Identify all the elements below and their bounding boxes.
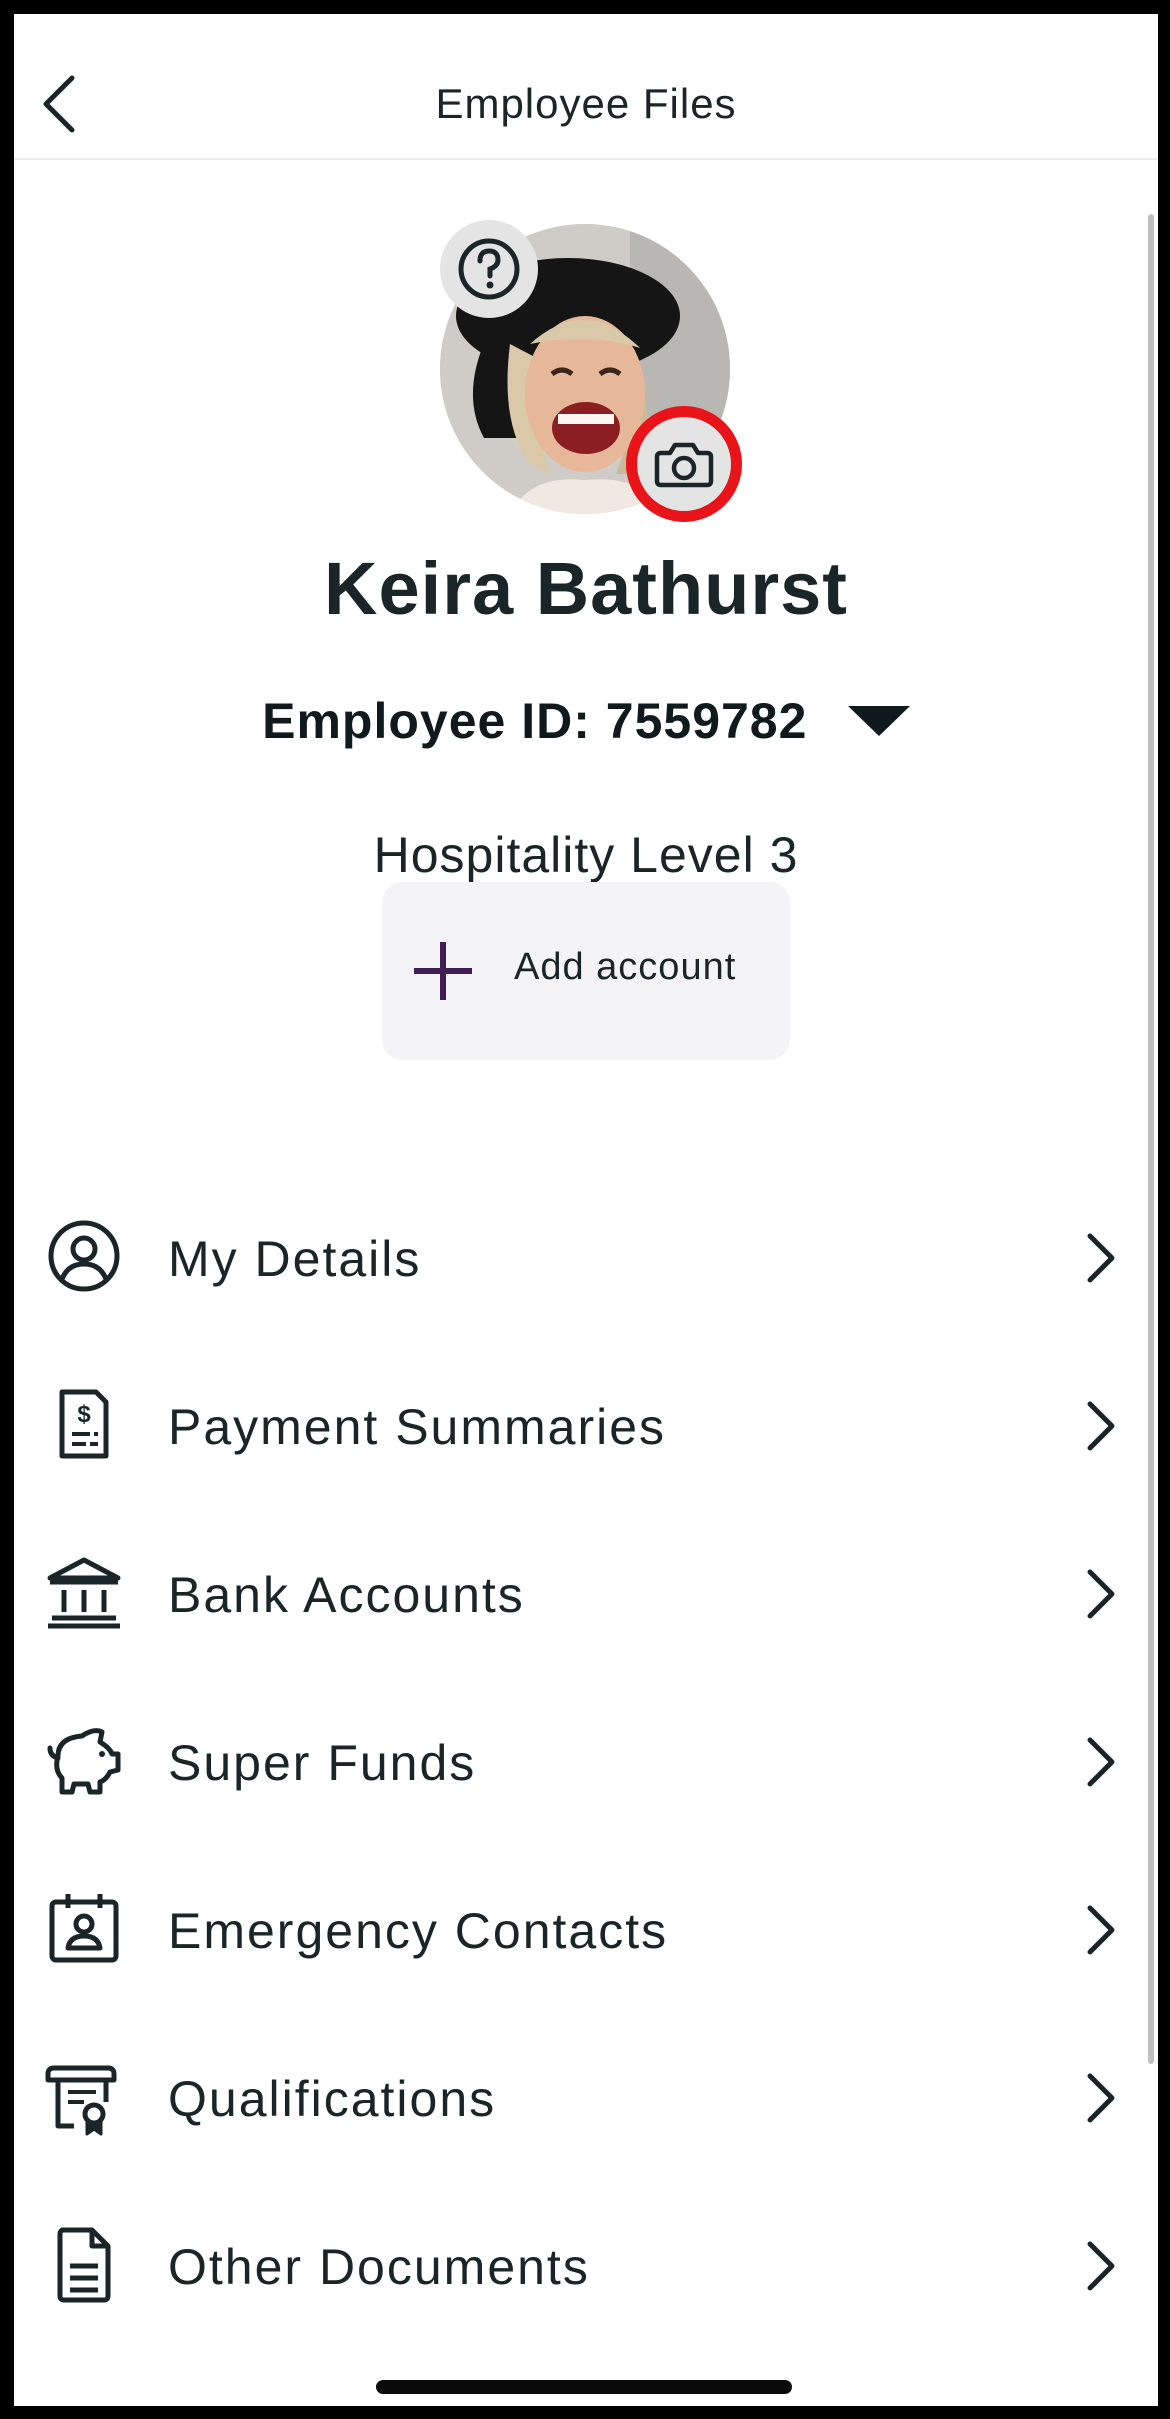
chevron-right-icon [1087, 1401, 1115, 1451]
employee-level: Hospitality Level 3 [373, 827, 799, 883]
menu-item-label: Super Funds [168, 1735, 477, 1791]
chevron-right-icon [1087, 1737, 1115, 1787]
contact-card-icon [49, 1894, 119, 1963]
add-account-button[interactable]: Add account [382, 882, 790, 1060]
caret-down-icon[interactable] [847, 704, 910, 738]
certificate-icon [45, 2065, 117, 2136]
bank-icon [47, 1557, 121, 1629]
menu-item-other-documents[interactable]: Other Documents [14, 2180, 1158, 2348]
menu-item-label: Emergency Contacts [168, 1903, 669, 1959]
change-photo-button[interactable] [626, 406, 742, 522]
document-icon [57, 2227, 111, 2303]
menu-item-super-funds[interactable]: Super Funds [14, 1676, 1158, 1844]
page-title: Employee Files [435, 80, 737, 127]
chevron-right-icon [1087, 2241, 1115, 2291]
piggy-bank-icon [47, 1728, 121, 1795]
menu-item-emergency-contacts[interactable]: Emergency Contacts [14, 1844, 1158, 2012]
nav-header: Employee Files [14, 14, 1158, 160]
employee-id-selector[interactable]: Employee ID: 7559782 [14, 692, 1158, 762]
menu-item-my-details[interactable]: My Details [14, 1172, 1158, 1340]
add-account-label: Add account [514, 946, 737, 988]
plus-icon [414, 942, 472, 1000]
menu-item-label: Bank Accounts [168, 1567, 525, 1623]
menu-item-payment-summaries[interactable]: $ Payment Summaries [14, 1340, 1158, 1508]
menu-item-qualifications[interactable]: Qualifications [14, 2012, 1158, 2180]
help-button[interactable] [440, 220, 538, 318]
receipt-dollar-icon: $ [59, 1389, 109, 1459]
employee-id: Employee ID: 7559782 [262, 693, 808, 749]
employee-name: Keira Bathurst [324, 547, 848, 630]
menu-item-label: My Details [168, 1231, 422, 1287]
question-circle-icon [458, 238, 520, 300]
menu-item-label: Qualifications [168, 2071, 497, 2127]
svg-text:$: $ [77, 1401, 91, 1428]
camera-icon [654, 442, 714, 488]
menu-item-label: Other Documents [168, 2239, 590, 2295]
chevron-right-icon [1087, 2073, 1115, 2123]
user-circle-icon [48, 1220, 120, 1292]
chevron-right-icon [1087, 1905, 1115, 1955]
scrollbar[interactable] [1148, 214, 1154, 2064]
chevron-right-icon [1087, 1233, 1115, 1283]
device-frame: Employee Files Keira Bathurst Employee I… [0, 0, 1170, 2419]
home-indicator[interactable] [376, 2380, 792, 2394]
menu-item-label: Payment Summaries [168, 1399, 667, 1455]
menu-item-bank-accounts[interactable]: Bank Accounts [14, 1508, 1158, 1676]
app-screen: Employee Files Keira Bathurst Employee I… [14, 14, 1158, 2406]
chevron-right-icon [1087, 1569, 1115, 1619]
